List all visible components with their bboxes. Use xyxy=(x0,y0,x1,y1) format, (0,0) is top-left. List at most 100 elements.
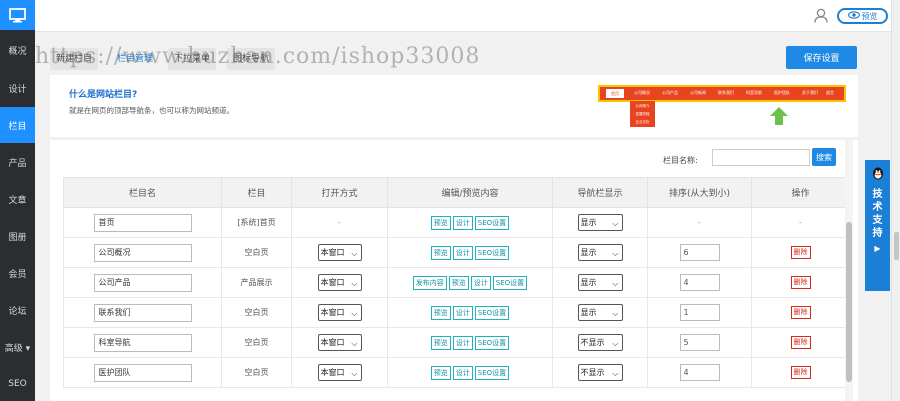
sort-order-empty: - xyxy=(698,218,701,227)
table-row: 科室导航 空白页 本窗口 ⌵ 预览 设计 SEO设置 不显示 ⌵ 5 删除 xyxy=(63,327,850,358)
cell-name: 首页 xyxy=(63,207,222,238)
user-icon[interactable] xyxy=(814,8,830,24)
monitor-icon[interactable] xyxy=(0,0,35,30)
action-button-0[interactable]: 预览 xyxy=(430,365,451,380)
action-button-2[interactable]: SEO设置 xyxy=(474,365,510,380)
search-input[interactable] xyxy=(712,149,810,166)
page-scrollbar-thumb[interactable] xyxy=(894,232,899,260)
cell-name: 公司产品 xyxy=(63,267,222,298)
panel-scrollbar[interactable] xyxy=(845,140,853,401)
cell-type: 空白页 xyxy=(221,297,292,328)
search-button[interactable]: 搜索 xyxy=(812,148,836,166)
action-button-2[interactable]: 设计 xyxy=(470,275,491,290)
action-button-2[interactable]: SEO设置 xyxy=(474,305,510,320)
cell-nav-display: 显示 ⌵ xyxy=(552,297,648,328)
action-button-2[interactable]: SEO设置 xyxy=(474,215,510,230)
page-scrollbar[interactable] xyxy=(891,0,900,401)
open-mode-value: 本窗口 xyxy=(320,278,345,287)
action-button-3[interactable]: SEO设置 xyxy=(492,275,528,290)
sidebar-item-8[interactable]: 高级 ▾ xyxy=(0,329,35,365)
action-button-2[interactable]: SEO设置 xyxy=(474,335,510,350)
tech-support-float[interactable]: 技术支持 ▶ xyxy=(865,160,890,291)
column-name-input[interactable]: 科室导航 xyxy=(93,333,192,352)
demo-nav-item: 公司产品 xyxy=(662,90,678,95)
sort-order-input[interactable]: 5 xyxy=(679,334,720,351)
action-button-1[interactable]: 设计 xyxy=(452,215,473,230)
action-button-0[interactable]: 预览 xyxy=(430,305,451,320)
nav-display-select[interactable]: 显示 ⌵ xyxy=(577,274,623,291)
eye-icon xyxy=(847,11,860,21)
panel-scrollbar-thumb[interactable] xyxy=(846,222,852,382)
action-button-1[interactable]: 设计 xyxy=(452,305,473,320)
sort-order-input[interactable]: 1 xyxy=(679,304,720,321)
sidebar-item-0[interactable]: 概况 xyxy=(0,32,35,68)
action-button-1[interactable]: 设计 xyxy=(452,245,473,260)
sort-order-input[interactable]: 6 xyxy=(679,244,720,261)
cell-open-mode: 本窗口 ⌵ xyxy=(291,267,388,298)
cell-name: 联系我们 xyxy=(63,297,222,328)
action-button-0[interactable]: 预览 xyxy=(430,335,451,350)
column-name-input[interactable]: 公司概况 xyxy=(93,243,192,262)
open-mode-select[interactable]: 本窗口 ⌵ xyxy=(317,364,362,381)
action-button-2[interactable]: SEO设置 xyxy=(474,245,510,260)
open-mode-select[interactable]: 本窗口 ⌵ xyxy=(317,274,362,291)
sort-order-input[interactable]: 4 xyxy=(679,274,720,291)
sidebar-item-6[interactable]: 会员 xyxy=(0,255,35,291)
header-open-mode: 打开方式 xyxy=(291,177,388,208)
open-mode-select[interactable]: 本窗口 ⌵ xyxy=(317,304,362,321)
delete-button[interactable]: 删除 xyxy=(790,336,811,349)
nav-display-select[interactable]: 显示 ⌵ xyxy=(577,214,623,231)
header-edit-preview: 编辑/预览内容 xyxy=(387,177,553,208)
nav-display-select[interactable]: 显示 ⌵ xyxy=(577,304,623,321)
sidebar-item-3[interactable]: 产品 xyxy=(0,144,35,180)
column-name-input[interactable]: 公司产品 xyxy=(93,273,192,292)
action-button-0[interactable]: 预览 xyxy=(430,215,451,230)
sidebar-item-1[interactable]: 设计 xyxy=(0,70,35,106)
cell-operation: - xyxy=(751,207,850,238)
sidebar-item-4[interactable]: 文章 xyxy=(0,181,35,217)
cell-sort-order: 6 xyxy=(647,237,752,268)
action-button-1[interactable]: 预览 xyxy=(448,275,469,290)
expand-arrow-icon: ▶ xyxy=(874,244,881,253)
column-name-input[interactable]: 首页 xyxy=(93,213,192,232)
cell-type: 产品展示 xyxy=(221,267,292,298)
tab-icon-nav[interactable]: 图标导航 xyxy=(227,48,276,70)
cell-nav-display: 显示 ⌵ xyxy=(552,207,648,238)
chevron-down-icon: ⌵ xyxy=(612,279,619,288)
sidebar-item-2[interactable]: 栏目 xyxy=(0,107,35,143)
table-row: 联系我们 空白页 本窗口 ⌵ 预览 设计 SEO设置 显示 ⌵ 1 删除 xyxy=(63,297,850,328)
open-mode-select[interactable]: 本窗口 ⌵ xyxy=(317,244,362,261)
column-name-input[interactable]: 医护团队 xyxy=(93,363,192,382)
nav-display-select[interactable]: 不显示 ⌵ xyxy=(577,364,623,381)
cell-name: 科室导航 xyxy=(63,327,222,358)
column-name-input[interactable]: 联系我们 xyxy=(93,303,192,322)
action-button-0[interactable]: 发布内容 xyxy=(412,275,447,290)
delete-button[interactable]: 删除 xyxy=(790,246,811,259)
delete-button[interactable]: 删除 xyxy=(790,366,811,379)
info-panel: 什么是网站栏目? 就是在网页的顶部导航条，也可以称为网站频道。 首页 公司概况 … xyxy=(50,75,858,137)
preview-label: 预览 xyxy=(861,11,878,21)
action-button-0[interactable]: 预览 xyxy=(430,245,451,260)
action-button-1[interactable]: 设计 xyxy=(452,335,473,350)
preview-button[interactable]: 预览 xyxy=(837,8,888,24)
tab-new-column[interactable]: 新建栏目 xyxy=(50,48,99,70)
action-button-1[interactable]: 设计 xyxy=(452,365,473,380)
delete-button[interactable]: 删除 xyxy=(790,306,811,319)
demo-nav-item: 科室导航 xyxy=(746,90,762,95)
sidebar-item-5[interactable]: 图册 xyxy=(0,218,35,254)
cell-type: 空白页 xyxy=(221,237,292,268)
open-mode-select[interactable]: 本窗口 ⌵ xyxy=(317,334,362,351)
sidebar-item-9[interactable]: SEO xyxy=(0,366,35,401)
tab-dropdown-menu[interactable]: 下拉菜单 xyxy=(168,48,217,70)
tab-column-manage[interactable]: 栏目管理 xyxy=(111,48,159,70)
cell-open-mode: 本窗口 ⌵ xyxy=(291,297,388,328)
delete-button[interactable]: 删除 xyxy=(790,276,811,289)
info-title: 什么是网站栏目? xyxy=(69,90,138,100)
cell-open-mode: 本窗口 ⌵ xyxy=(291,237,388,268)
cell-nav-display: 不显示 ⌵ xyxy=(552,357,648,388)
save-button[interactable]: 保存设置 xyxy=(786,46,857,69)
nav-display-select[interactable]: 显示 ⌵ xyxy=(577,244,623,261)
sidebar-item-7[interactable]: 论坛 xyxy=(0,292,35,328)
sort-order-input[interactable]: 4 xyxy=(679,364,720,381)
nav-display-select[interactable]: 不显示 ⌵ xyxy=(577,334,623,351)
